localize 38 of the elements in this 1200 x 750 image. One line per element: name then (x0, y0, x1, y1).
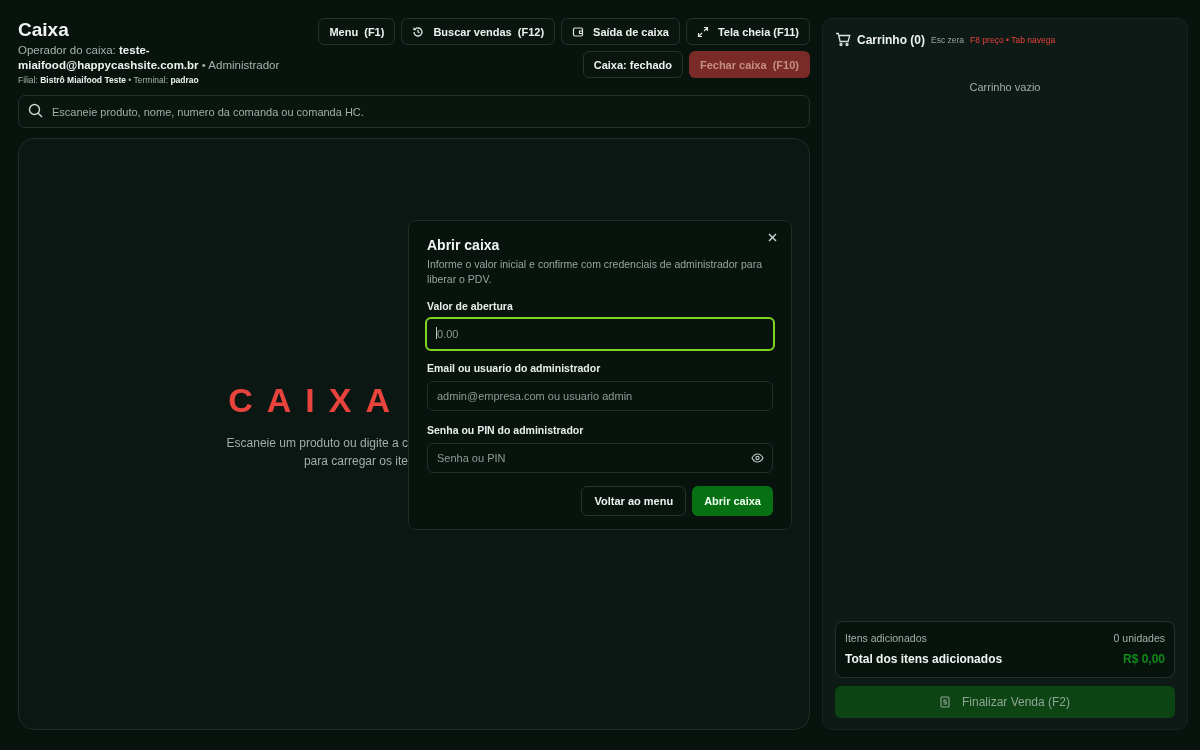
eye-icon[interactable] (751, 453, 764, 463)
search-field[interactable]: Escaneie produto, nome, numero da comanda ou comanda HC. (18, 95, 810, 128)
search-icon (28, 103, 43, 118)
close-icon[interactable] (768, 233, 777, 242)
branch-info: Filial: Bistrô Miaifood Teste • Terminal: padrao (18, 75, 200, 85)
page-title: Caixa (18, 18, 70, 42)
hero-hint: para carregar os ite (303, 452, 408, 470)
toolbar-button[interactable]: Tela cheia (F11) (685, 18, 810, 45)
input-field[interactable]: 0.00 (425, 317, 775, 351)
input-field[interactable]: admin@empresa.com ou usuario admin (427, 381, 773, 411)
toolbar-button[interactable]: Menu (F1) (318, 18, 396, 45)
confirm-button[interactable]: Abrir caixa (692, 486, 773, 516)
operator-info: Operador do caixa: teste-miaifood@happycashsite.com.br • Administrador (18, 43, 281, 73)
cart-icon (835, 32, 851, 47)
wallet-icon (572, 25, 585, 38)
dialog-description: Informe o valor inicial e confirme com credenciais de administrador para liberar o PDV. (427, 257, 763, 287)
field-label: Valor de abertura (427, 300, 514, 312)
dialog-title: Abrir caixa (427, 237, 501, 253)
toolbar-button[interactable]: Saída de caixa (561, 18, 680, 45)
total-label: Total dos itens adicionados (845, 652, 1003, 666)
hero-title: CAIXA (228, 380, 404, 420)
empty-cart-message: Carrinho vazio (968, 81, 1042, 93)
field-label: Senha ou PIN do administrador (427, 424, 585, 436)
input-field[interactable]: Senha ou PIN (427, 443, 773, 473)
back-button[interactable]: Voltar ao menu (581, 486, 687, 516)
expand-icon (696, 25, 709, 38)
shortcut-hint: Esc zera (931, 34, 965, 45)
toolbar-button[interactable]: Buscar vendas (F12) (401, 18, 556, 45)
field-label: Email ou usuario do administrador (427, 362, 602, 374)
cashier-status-button[interactable]: Caixa: fechado (582, 51, 683, 78)
shortcut-hint: F8 preço • Tab navega (970, 34, 1056, 45)
items-label: Itens adicionados (845, 632, 927, 644)
total-amount: R$ 0,00 (1122, 652, 1165, 666)
cart-title: Carrinho (0) (857, 32, 925, 47)
money-icon (939, 696, 950, 708)
items-count: 0 unidades (1113, 632, 1165, 644)
history-icon (412, 25, 425, 38)
hero-hint: Escaneie um produto ou digite a c (226, 434, 408, 452)
